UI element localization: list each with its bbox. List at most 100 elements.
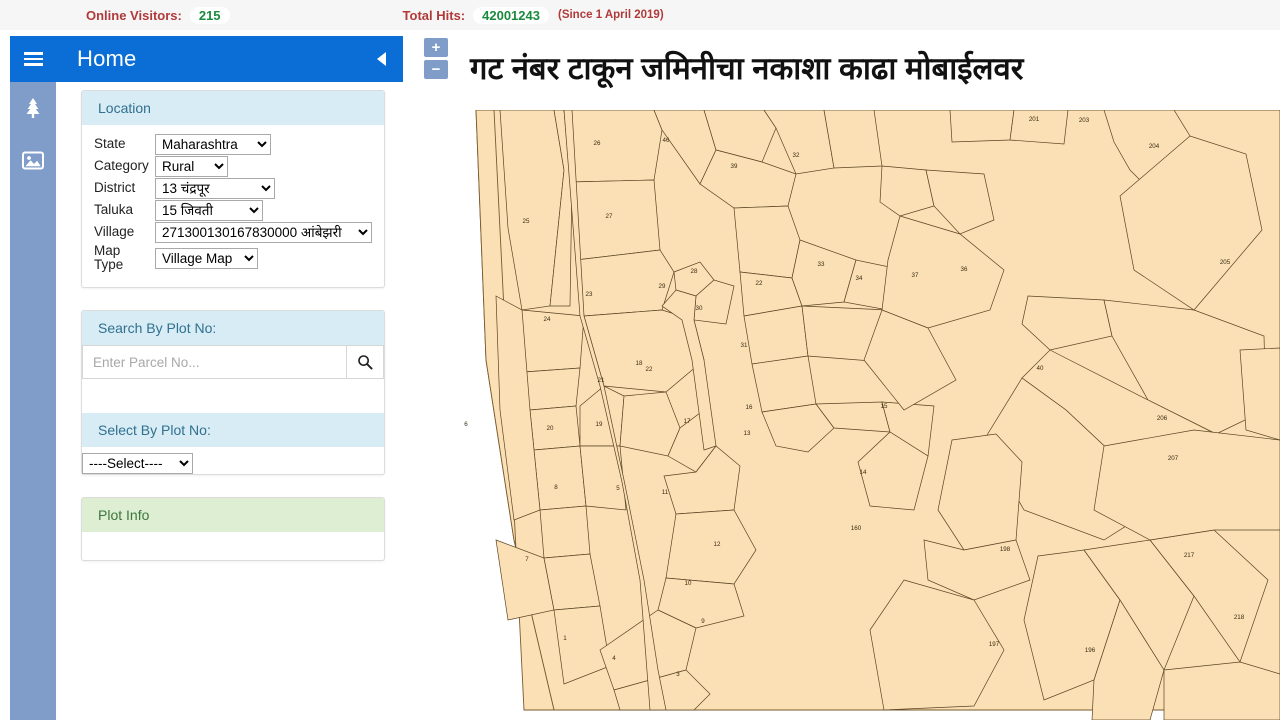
parcel-number-label: 19 [596,421,603,428]
parcel-number-label: 21 [598,377,605,384]
parcel-number-label: 34 [856,275,863,282]
map-type-label: Map Type [94,243,155,272]
parcel-number-label: 4 [612,655,616,662]
village-row: Village 271300130167830000 आंबेझरी [94,221,372,243]
taluka-select[interactable]: 15 जिवती [155,200,263,221]
parcel-number-label: 10 [685,580,692,587]
online-visitors-value: 215 [190,7,230,24]
parcel-number-label: 197 [989,641,1000,648]
parcel-number-label: 217 [1184,552,1195,559]
plot-info-body [82,532,384,560]
image-icon[interactable] [10,134,56,186]
parcel-number-label: 40 [1037,365,1044,372]
zoom-out-button[interactable]: − [424,60,448,79]
parcel-number-label: 31 [741,342,748,349]
total-hits-label: Total Hits: [403,8,466,23]
collapse-left-arrow-icon[interactable] [377,52,386,66]
location-form: State Maharashtra Category Rural Distric… [82,125,384,287]
search-input[interactable] [82,345,346,379]
page-root: Online Visitors: 215 Total Hits: 4200124… [0,0,1280,720]
parcel-number-label: 196 [1085,647,1096,654]
map-type-label-line1: Map [94,243,120,258]
left-icon-rail [10,82,56,720]
district-select[interactable]: 13 चंद्रपूर [155,178,275,199]
parcel-number-label: 201 [1029,116,1040,123]
parcel-number-label: 198 [1000,546,1011,553]
map-type-label-line2: Type [94,257,123,272]
parcel-number-label: 3 [676,671,680,678]
page-title: Home [77,46,137,72]
map-type-select[interactable]: Village Map [155,248,258,269]
parcel-number-label: 9 [701,618,705,625]
parcel-number-label: 25 [523,218,530,225]
search-by-plot-body [82,345,384,413]
parcel-number-label: 7 [525,556,529,563]
taluka-row: Taluka 15 जिवती [94,199,372,221]
district-label: District [94,181,155,195]
plot-select[interactable]: ----Select---- [82,453,193,474]
parcel-number-label: 160 [851,525,862,532]
parcel-number-label: 29 [659,283,666,290]
category-label: Category [94,159,155,173]
map-svg[interactable]: 2526463932272829222324343330312122181615… [404,110,1280,720]
map-type-row: Map Type Village Map [94,243,372,277]
parcel-number-label: 17 [684,418,691,425]
parcel-number-label: 30 [696,305,703,312]
village-select[interactable]: 271300130167830000 आंबेझरी [155,222,372,243]
sidebar-panel: Location State Maharashtra Category Rura… [56,82,403,720]
parcel-number-label: 218 [1234,614,1245,621]
total-hits-value: 42001243 [473,7,549,24]
taluka-label: Taluka [94,203,155,217]
parcel-number-label: 206 [1157,415,1168,422]
parcel-number-label: 32 [793,152,800,159]
parcel-number-label: 12 [714,541,721,548]
parcel-number-label: 20 [547,425,554,432]
headline-text: गट नंबर टाकून जमिनीचा नकाशा काढा मोबाईलव… [470,47,1023,89]
parcel-number-label: 24 [544,316,551,323]
parcel-number-label: 22 [756,280,763,287]
search-results-area [82,379,384,413]
village-label: Village [94,225,155,239]
parcel-number-label: 207 [1168,455,1179,462]
online-visitors-label: Online Visitors: [86,8,182,23]
parcel-number-label: 36 [961,266,968,273]
district-row: District 13 चंद्रपूर [94,177,372,199]
location-heading: Location [82,91,384,125]
parcel-number-label: 46 [663,137,670,144]
category-row: Category Rural [94,155,372,177]
panel-header: Home [10,36,403,82]
parcel-number-label: 28 [691,268,698,275]
online-visitors-group: Online Visitors: 215 [86,7,230,24]
tree-icon[interactable] [10,82,56,134]
plot-info-card: Plot Info [81,497,385,561]
search-button[interactable] [346,345,384,379]
search-input-group [82,345,384,379]
parcel-number-label: 23 [586,291,593,298]
location-card: Location State Maharashtra Category Rura… [81,90,385,288]
magnifier-icon [357,354,373,370]
zoom-in-button[interactable]: + [424,38,448,57]
parcel-number-label: 14 [860,469,867,476]
parcel-number-label: 8 [554,484,558,491]
parcel-number-label: 26 [594,140,601,147]
parcel-number-label: 15 [881,403,888,410]
parcel-number-label: 11 [662,489,669,496]
parcel-number-label: 22 [646,366,653,373]
parcel-number-label: 16 [746,404,753,411]
parcel-number-label: 39 [731,163,738,170]
parcel-number-label: 203 [1079,117,1090,124]
state-select[interactable]: Maharashtra [155,134,271,155]
parcel-number-label: 1 [563,635,567,642]
hamburger-icon[interactable] [10,36,56,82]
parcel-number-label: 6 [464,421,468,428]
stats-topbar: Online Visitors: 215 Total Hits: 4200124… [0,0,1280,30]
parcel-number-label: 27 [606,213,613,220]
parcel-number-label: 13 [744,430,751,437]
parcel-number-label: 37 [912,272,919,279]
parcel-number-label: 18 [636,360,643,367]
plot-info-heading: Plot Info [82,498,384,532]
select-by-plot-heading: Select By Plot No: [82,413,384,447]
category-select[interactable]: Rural [155,156,228,177]
cadastral-map[interactable]: 2526463932272829222324343330312122181615… [404,110,1280,720]
select-by-plot-body: ----Select---- [82,447,384,474]
